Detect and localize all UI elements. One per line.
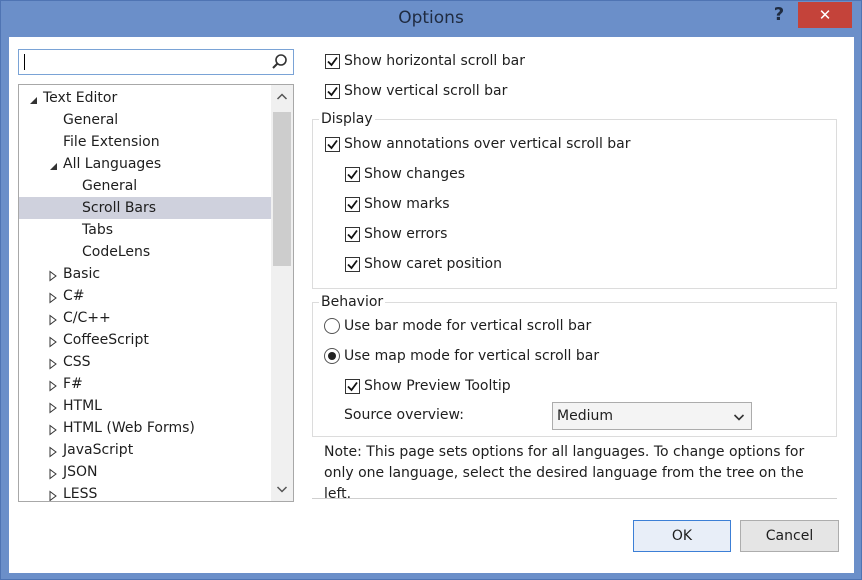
show-annotations-checkbox[interactable] xyxy=(325,137,340,152)
expand-arrow-icon[interactable] xyxy=(47,334,59,348)
source-overview-value: Medium xyxy=(557,408,613,424)
show-changes-checkbox[interactable] xyxy=(345,167,360,182)
bar-mode-label: Use bar mode for vertical scroll bar xyxy=(344,318,592,334)
preview-tooltip-label: Show Preview Tooltip xyxy=(364,378,511,394)
tree-item-label: All Languages xyxy=(63,156,162,172)
expand-arrow-icon[interactable] xyxy=(47,488,59,501)
text-caret xyxy=(24,54,25,70)
tree-item-label: Scroll Bars xyxy=(82,200,157,216)
bar-mode-radio[interactable] xyxy=(324,318,340,334)
tree-item-label: CSS xyxy=(63,354,91,370)
options-tree[interactable]: Text Editor General File Extension All L… xyxy=(18,84,294,502)
scrollbar-thumb[interactable] xyxy=(273,112,291,266)
expand-arrow-icon[interactable] xyxy=(47,378,59,392)
show-caret-checkbox[interactable] xyxy=(345,257,360,272)
tree-item-codelens[interactable]: CodeLens xyxy=(19,241,271,263)
show-marks-label: Show marks xyxy=(364,196,450,212)
collapse-arrow-icon[interactable] xyxy=(47,158,59,170)
title-bar: Options ? ✕ xyxy=(1,1,861,37)
tree-item-fsharp[interactable]: F# xyxy=(19,373,271,395)
show-changes-label: Show changes xyxy=(364,166,466,182)
show-vertical-checkbox[interactable] xyxy=(325,84,340,99)
expand-arrow-icon[interactable] xyxy=(47,422,59,436)
tree-item-coffeescript[interactable]: CoffeeScript xyxy=(19,329,271,351)
tree-item-csharp[interactable]: C# xyxy=(19,285,271,307)
tree-item-html-web-forms[interactable]: HTML (Web Forms) xyxy=(19,417,271,439)
tree-item-javascript[interactable]: JavaScript xyxy=(19,439,271,461)
collapse-arrow-icon[interactable] xyxy=(27,92,39,104)
source-overview-label: Source overview: xyxy=(344,407,464,423)
tree-item-label: F# xyxy=(63,376,83,392)
search-input[interactable] xyxy=(18,49,294,75)
tree-item-general-sub[interactable]: General xyxy=(19,175,271,197)
tree-item-label: General xyxy=(82,178,138,194)
scroll-up-icon[interactable] xyxy=(276,91,288,103)
show-errors-checkbox[interactable] xyxy=(345,227,360,242)
tree-item-label: HTML xyxy=(63,398,102,414)
tree-item-less[interactable]: LESS xyxy=(19,483,271,502)
radio-selected-dot xyxy=(328,352,336,360)
tree-item-cpp[interactable]: C/C++ xyxy=(19,307,271,329)
tree-item-label: JSON xyxy=(63,464,98,480)
divider xyxy=(312,498,837,499)
display-group-title: Display xyxy=(319,110,375,128)
tree-item-label: JavaScript xyxy=(63,442,134,458)
ok-button[interactable]: OK xyxy=(633,520,731,552)
tree-item-html[interactable]: HTML xyxy=(19,395,271,417)
tree-item-label: General xyxy=(63,112,119,128)
tree-item-label: CodeLens xyxy=(82,244,151,260)
tree-item-label: C/C++ xyxy=(63,310,111,326)
preview-tooltip-checkbox[interactable] xyxy=(345,379,360,394)
show-horizontal-checkbox[interactable] xyxy=(325,54,340,69)
tree-item-text-editor[interactable]: Text Editor xyxy=(19,87,271,109)
show-caret-label: Show caret position xyxy=(364,256,502,272)
expand-arrow-icon[interactable] xyxy=(47,444,59,458)
tree-item-json[interactable]: JSON xyxy=(19,461,271,483)
source-overview-select[interactable]: Medium xyxy=(552,402,752,430)
tree-item-label: CoffeeScript xyxy=(63,332,149,348)
show-vertical-label: Show vertical scroll bar xyxy=(344,83,508,99)
tree-item-label: Text Editor xyxy=(43,90,118,106)
expand-arrow-icon[interactable] xyxy=(47,466,59,480)
expand-arrow-icon[interactable] xyxy=(47,356,59,370)
tree-item-tabs[interactable]: Tabs xyxy=(19,219,271,241)
note-text: Note: This page sets options for all lan… xyxy=(324,444,805,502)
expand-arrow-icon[interactable] xyxy=(47,268,59,282)
show-annotations-label: Show annotations over vertical scroll ba… xyxy=(344,136,631,152)
expand-arrow-icon[interactable] xyxy=(47,312,59,326)
tree-item-label: HTML (Web Forms) xyxy=(63,420,195,436)
tree-item-label: LESS xyxy=(63,486,98,502)
show-errors-label: Show errors xyxy=(364,226,448,242)
scroll-down-icon[interactable] xyxy=(276,483,288,495)
tree-item-basic[interactable]: Basic xyxy=(19,263,271,285)
tree-item-scroll-bars[interactable]: Scroll Bars xyxy=(19,197,271,219)
tree-item-css[interactable]: CSS xyxy=(19,351,271,373)
expand-arrow-icon[interactable] xyxy=(47,290,59,304)
show-horizontal-label: Show horizontal scroll bar xyxy=(344,53,525,69)
map-mode-label: Use map mode for vertical scroll bar xyxy=(344,348,600,364)
expand-arrow-icon[interactable] xyxy=(47,400,59,414)
tree-item-all-languages[interactable]: All Languages xyxy=(19,153,271,175)
options-dialog: Options ? ✕ Text Editor General File Ext… xyxy=(0,0,862,580)
show-marks-checkbox[interactable] xyxy=(345,197,360,212)
tree-item-file-extension[interactable]: File Extension xyxy=(19,131,271,153)
dialog-title: Options xyxy=(398,8,464,28)
tree-item-label: Basic xyxy=(63,266,101,282)
tree-item-general[interactable]: General xyxy=(19,109,271,131)
search-icon[interactable] xyxy=(271,53,289,71)
tree-item-label: Tabs xyxy=(82,222,113,238)
cancel-button[interactable]: Cancel xyxy=(740,520,839,552)
chevron-down-icon[interactable] xyxy=(733,411,745,423)
behavior-group-title: Behavior xyxy=(319,293,386,311)
dialog-content: Text Editor General File Extension All L… xyxy=(9,37,854,573)
map-mode-radio[interactable] xyxy=(324,348,340,364)
tree-item-label: C# xyxy=(63,288,85,304)
tree-scrollbar[interactable] xyxy=(271,85,293,501)
tree-item-label: File Extension xyxy=(63,134,160,150)
close-button[interactable]: ✕ xyxy=(798,2,852,28)
help-button[interactable]: ? xyxy=(767,3,791,27)
